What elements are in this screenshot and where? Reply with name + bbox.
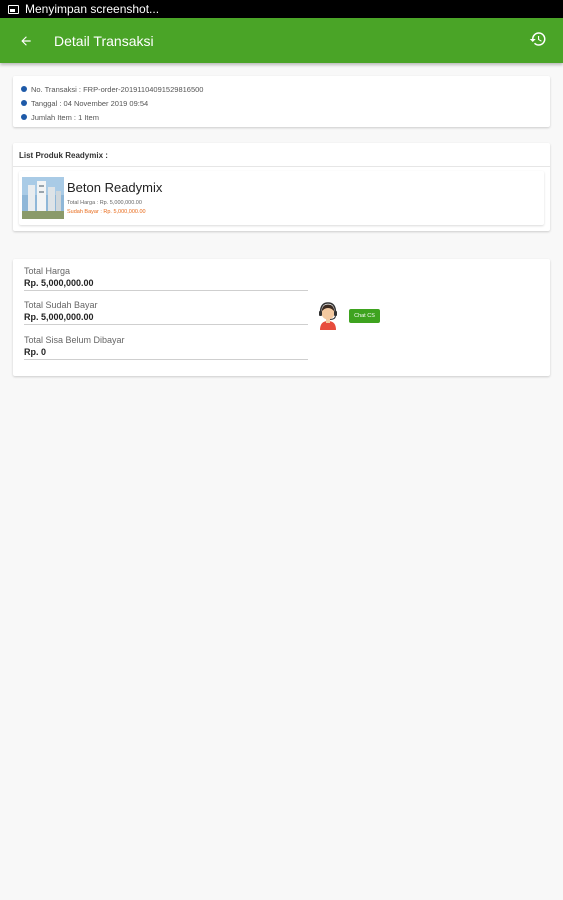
- info-row: Tanggal : 04 November 2019 09:54: [21, 96, 542, 110]
- transaction-info-card: No. Transaksi : FRP-order-20191104091529…: [13, 76, 550, 127]
- product-image: [22, 177, 64, 219]
- product-item[interactable]: Beton Readymix Total Harga : Rp. 5,000,0…: [19, 171, 544, 225]
- status-text: Menyimpan screenshot...: [25, 2, 160, 16]
- customer-service-avatar-icon: [316, 300, 340, 332]
- screenshot-icon: [8, 4, 19, 14]
- history-button[interactable]: [529, 30, 549, 50]
- payment-summary-card: Total Harga Rp. 5,000,000.00 Total Sudah…: [13, 259, 550, 376]
- transaction-date: Tanggal : 04 November 2019 09:54: [31, 98, 149, 108]
- info-row: Jumlah Item : 1 Item: [21, 110, 542, 124]
- summary-value: Rp. 5,000,000.00: [24, 278, 94, 288]
- bullet-icon: [21, 100, 27, 106]
- transaction-number: No. Transaksi : FRP-order-20191104091529…: [31, 84, 204, 94]
- summary-label: Total Sisa Belum Dibayar: [24, 335, 125, 345]
- summary-label: Total Sudah Bayar: [24, 300, 98, 310]
- info-row: No. Transaksi : FRP-order-20191104091529…: [21, 82, 542, 96]
- item-count: Jumlah Item : 1 Item: [31, 112, 99, 122]
- product-list-header: List Produk Readymix :: [13, 143, 550, 167]
- page-title: Detail Transaksi: [54, 32, 154, 49]
- bullet-icon: [21, 114, 27, 120]
- app-bar: Detail Transaksi: [0, 18, 563, 63]
- chat-cs-button[interactable]: Chat CS: [349, 309, 380, 323]
- summary-value: Rp. 5,000,000.00: [24, 312, 94, 322]
- summary-value: Rp. 0: [24, 347, 47, 357]
- bullet-icon: [21, 86, 27, 92]
- product-list-card: List Produk Readymix : Beton Readymix To…: [13, 143, 550, 231]
- history-icon: [529, 32, 546, 46]
- back-button[interactable]: [16, 31, 36, 51]
- product-total-price: Total Harga : Rp. 5,000,000.00: [67, 200, 142, 206]
- summary-row-paid: Total Sudah Bayar Rp. 5,000,000.00: [24, 300, 308, 325]
- product-paid-amount: Sudah Bayar : Rp. 5,000,000.00: [67, 209, 146, 215]
- product-name: Beton Readymix: [67, 180, 163, 195]
- summary-label: Total Harga: [24, 266, 71, 276]
- status-bar: Menyimpan screenshot...: [0, 0, 563, 18]
- summary-row-remaining: Total Sisa Belum Dibayar Rp. 0: [24, 335, 308, 360]
- arrow-left-icon: [21, 35, 31, 46]
- summary-row-total: Total Harga Rp. 5,000,000.00: [24, 266, 308, 291]
